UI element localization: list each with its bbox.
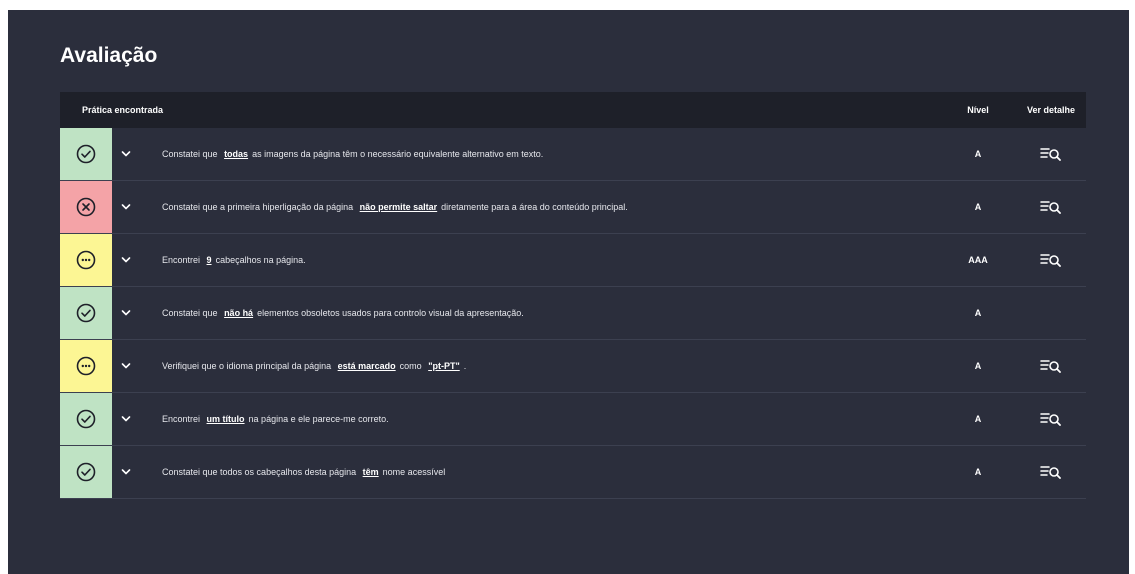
practice-text: nome acessível [382, 467, 446, 477]
status-cell [60, 340, 112, 392]
table-body: Constatei que todas as imagens da página … [60, 128, 1086, 499]
practice-highlight-link[interactable]: um título [207, 414, 245, 424]
check-circle-icon [76, 462, 96, 482]
page-title: Avaliação [60, 44, 158, 67]
practice-highlight-link[interactable]: todas [224, 149, 248, 159]
level-cell: AAA [968, 255, 988, 265]
practice-text: Encontrei [162, 414, 201, 424]
practice-highlight-link[interactable]: não há [224, 308, 253, 318]
table-row: Constatei que a primeira hiperligação da… [60, 181, 1086, 234]
view-detail-icon[interactable] [1040, 253, 1062, 267]
practice-highlight-link[interactable]: têm [363, 467, 379, 477]
view-detail-icon[interactable] [1040, 359, 1062, 373]
practice-description: Encontrei 9 cabeçalhos na página. [140, 255, 940, 265]
practice-description: Verifiquei que o idioma principal da pág… [140, 361, 940, 371]
practice-text: cabeçalhos na página. [215, 255, 306, 265]
table-row: Constatei que não há elementos obsoletos … [60, 287, 1086, 340]
practice-highlight-link[interactable]: não permite saltar [360, 202, 438, 212]
practice-description: Constatei que todos os cabeçalhos desta … [140, 467, 940, 477]
table-row: Constatei que todas as imagens da página … [60, 128, 1086, 181]
table-header: Prática encontrada Nível Ver detalhe [60, 92, 1086, 128]
expand-chevron-down-icon[interactable] [112, 256, 140, 264]
view-detail-icon[interactable] [1040, 465, 1062, 479]
status-cell [60, 234, 112, 286]
column-header-detail: Ver detalhe [1026, 105, 1076, 115]
expand-chevron-down-icon[interactable] [112, 309, 140, 317]
check-circle-icon [76, 144, 96, 164]
check-circle-icon [76, 303, 96, 323]
practice-highlight-link[interactable]: "pt-PT" [428, 361, 460, 371]
level-cell: A [974, 414, 982, 424]
level-cell: A [974, 149, 982, 159]
detail-cell [1016, 359, 1086, 373]
practice-text: Constatei que [162, 149, 218, 159]
expand-chevron-down-icon[interactable] [112, 150, 140, 158]
practice-text: elementos obsoletos usados para controlo… [257, 308, 524, 318]
practice-highlight-link[interactable]: está marcado [338, 361, 396, 371]
expand-chevron-down-icon[interactable] [112, 203, 140, 211]
view-detail-icon[interactable] [1040, 412, 1062, 426]
practice-description: Encontrei um título na página e ele parec… [140, 414, 940, 424]
detail-cell [1016, 412, 1086, 426]
level-cell: A [974, 202, 982, 212]
table-row: Verifiquei que o idioma principal da pág… [60, 340, 1086, 393]
ellipsis-circle-icon [76, 250, 96, 270]
level-cell: A [974, 467, 982, 477]
x-circle-icon [76, 197, 96, 217]
practice-text: Constatei que [162, 308, 218, 318]
practice-highlight-link[interactable]: 9 [207, 255, 212, 265]
status-cell [60, 287, 112, 339]
check-circle-icon [76, 409, 96, 429]
view-detail-icon[interactable] [1040, 200, 1062, 214]
evaluation-panel: Avaliação Prática encontrada Nível Ver d… [8, 10, 1129, 574]
practice-text: Encontrei [162, 255, 201, 265]
practice-text: diretamente para a área do conteúdo prin… [441, 202, 628, 212]
expand-chevron-down-icon[interactable] [112, 362, 140, 370]
expand-chevron-down-icon[interactable] [112, 468, 140, 476]
practice-description: Constatei que não há elementos obsoletos … [140, 308, 940, 318]
practice-description: Constatei que a primeira hiperligação da… [140, 202, 940, 212]
practice-description: Constatei que todas as imagens da página … [140, 149, 940, 159]
practice-text: Verifiquei que o idioma principal da pág… [162, 361, 332, 371]
practice-text: Constatei que todos os cabeçalhos desta … [162, 467, 357, 477]
practice-text: . [463, 361, 467, 371]
practice-text: como [399, 361, 422, 371]
table-row: Encontrei um título na página e ele parec… [60, 393, 1086, 446]
column-header-level: Nível [967, 105, 989, 115]
practice-text: Constatei que a primeira hiperligação da… [162, 202, 354, 212]
evaluation-table: Prática encontrada Nível Ver detalhe Con… [60, 92, 1086, 499]
detail-cell [1016, 465, 1086, 479]
table-row: Encontrei 9 cabeçalhos na página. AAA [60, 234, 1086, 287]
level-cell: A [974, 308, 982, 318]
practice-text: as imagens da página têm o necessário eq… [252, 149, 544, 159]
detail-cell [1016, 147, 1086, 161]
status-cell [60, 128, 112, 180]
practice-text: na página e ele parece-me correto. [248, 414, 389, 424]
status-cell [60, 393, 112, 445]
column-header-practice: Prática encontrada [82, 105, 164, 115]
status-cell [60, 446, 112, 498]
table-row: Constatei que todos os cabeçalhos desta … [60, 446, 1086, 499]
ellipsis-circle-icon [76, 356, 96, 376]
level-cell: A [974, 361, 982, 371]
expand-chevron-down-icon[interactable] [112, 415, 140, 423]
detail-cell [1016, 200, 1086, 214]
view-detail-icon[interactable] [1040, 147, 1062, 161]
status-cell [60, 181, 112, 233]
detail-cell [1016, 253, 1086, 267]
